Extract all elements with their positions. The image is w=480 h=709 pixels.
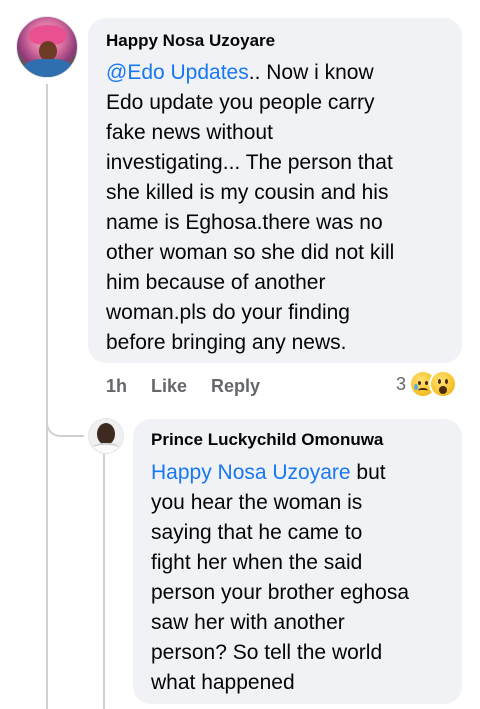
comment-mention-link[interactable]: @Edo Updates xyxy=(106,61,249,84)
commenter-avatar[interactable] xyxy=(16,16,78,78)
reply-line-1-rest: but xyxy=(350,461,386,484)
reaction-count: 3 xyxy=(396,373,407,394)
reply-thread-line xyxy=(103,452,105,709)
reaction-summary[interactable]: 3 xyxy=(396,370,458,398)
thread-line xyxy=(46,84,48,709)
comment-line: woman.pls do your finding xyxy=(106,301,350,324)
comment-actions: 1h Like Reply xyxy=(106,374,284,398)
comment-line: him because of another xyxy=(106,271,326,294)
comment-line-1: @Edo Updates.. Now i know xyxy=(106,58,444,88)
reply-connector-line xyxy=(46,413,84,437)
avatar-face-shape xyxy=(97,423,115,445)
reply-author-name[interactable]: Prince Luckychild Omonuwa xyxy=(151,430,444,450)
reply-line: what happened xyxy=(151,671,295,694)
reply-mention-link[interactable]: Happy Nosa Uzoyare xyxy=(151,461,351,484)
like-button[interactable]: Like xyxy=(151,376,187,397)
comment-line: other woman so she did not kill xyxy=(106,241,395,264)
avatar-face-shape xyxy=(39,41,57,61)
reply-bubble: Prince Luckychild Omonuwa Happy Nosa Uzo… xyxy=(133,419,462,704)
comment-line: fake news without xyxy=(106,121,273,144)
reply-line: person? So tell the world xyxy=(151,641,383,664)
reply-line-1: Happy Nosa Uzoyare but xyxy=(151,458,444,488)
reply-line: saw her with another xyxy=(151,611,345,634)
comment-line: investigating... The person that xyxy=(106,151,393,174)
comment-line: before bringing any news. xyxy=(106,331,347,354)
comment-text: @Edo Updates.. Now i know Edo update you… xyxy=(106,58,444,358)
wow-reaction-icon xyxy=(429,370,458,398)
reply-line: you hear the woman is xyxy=(151,491,363,514)
comment-line-1-rest: .. Now i know xyxy=(248,61,374,84)
comment-bubble: Happy Nosa Uzoyare @Edo Updates.. Now i … xyxy=(88,18,462,363)
reply-author-avatar[interactable] xyxy=(88,418,124,454)
comment-author-name[interactable]: Happy Nosa Uzoyare xyxy=(106,31,444,51)
comment-line: Edo update you people carry xyxy=(106,91,375,114)
avatar-shirt-shape xyxy=(92,443,120,453)
reply-line: fight her when the said xyxy=(151,551,363,574)
reply-line: person your brother eghosa xyxy=(151,581,409,604)
reply-text: Happy Nosa Uzoyare but you hear the woma… xyxy=(151,458,444,698)
comment-timestamp[interactable]: 1h xyxy=(106,376,127,397)
avatar-dress-shape xyxy=(23,59,73,77)
comment-line: name is Eghosa.there was no xyxy=(106,211,383,234)
reply-line: saying that he came to xyxy=(151,521,363,544)
reply-button[interactable]: Reply xyxy=(211,376,260,397)
comment-line: she killed is my cousin and his xyxy=(106,181,389,204)
